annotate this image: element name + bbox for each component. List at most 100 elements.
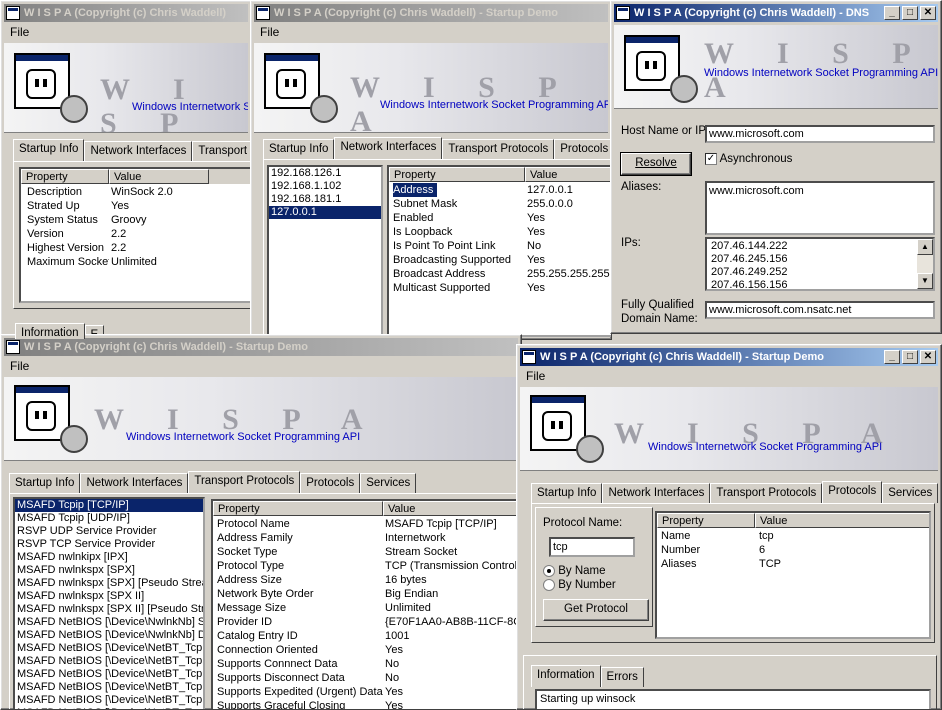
column-value[interactable]: Value [525, 167, 611, 182]
column-value[interactable]: Value [109, 169, 209, 184]
tab-network-interfaces[interactable]: Network Interfaces [84, 141, 193, 161]
interface-props-listview[interactable]: Property Value Address 127.0.0.1 Subnet Mas… [387, 165, 611, 337]
table-row[interactable]: System Status Groovy [25, 213, 251, 227]
table-row[interactable]: Message Size Unlimited [215, 601, 521, 615]
table-row[interactable]: Aliases TCP [659, 557, 929, 571]
menu-file[interactable]: File [260, 25, 279, 39]
list-item[interactable]: 207.46.249.252 [709, 266, 933, 279]
tab-information[interactable]: Information [531, 665, 601, 687]
menu-file[interactable]: File [526, 369, 545, 383]
tab-startup-info[interactable]: Startup Info [531, 483, 603, 503]
list-item[interactable]: MSAFD nwlnkipx [IPX] [15, 551, 203, 564]
tab-startup-info[interactable]: Startup Info [13, 139, 85, 161]
tab-network-interfaces[interactable]: Network Interfaces [80, 473, 189, 493]
by-number-radio[interactable]: By Number [543, 579, 616, 591]
aliases-box[interactable]: www.microsoft.com [705, 181, 935, 235]
list-item[interactable]: MSAFD NetBIOS [\Device\NwlnkNb] D [15, 629, 203, 642]
list-item[interactable]: MSAFD nwlnkspx [SPX] [Pseudo Strea [15, 577, 203, 590]
startup-info-listview[interactable]: Property Value Description WinSock 2.0 Stra… [19, 167, 251, 303]
by-name-radio[interactable]: By Name [543, 565, 606, 577]
title-bar[interactable]: W I S P A (Copyright (c) Chris Waddell) … [4, 338, 518, 356]
table-row[interactable]: Supports Disconnect Data No [215, 671, 521, 685]
title-bar[interactable]: W I S P A (Copyright (c) Chris Waddell) … [614, 4, 938, 22]
close-button[interactable]: ✕ [920, 350, 936, 364]
table-row[interactable]: Highest Version 2.2 [25, 241, 251, 255]
list-item[interactable]: 127.0.0.1 [269, 206, 381, 219]
list-item[interactable]: MSAFD NetBIOS [\Device\NetBT_Tcp [15, 642, 203, 655]
list-item[interactable]: 192.168.126.1 [269, 167, 381, 180]
tab-network-interfaces[interactable]: Network Interfaces [334, 137, 443, 159]
list-item[interactable]: MSAFD NetBIOS [\Device\NetBT_Tcp [15, 681, 203, 694]
title-bar[interactable]: W I S P A (Copyright (c) Chris Waddell) … [520, 348, 938, 366]
tab-transport-protocols[interactable]: Transport Protocols [188, 471, 301, 493]
log-box[interactable]: Starting up winsock [535, 689, 931, 709]
table-row[interactable]: Supports Connnect Data No [215, 657, 521, 671]
table-row[interactable]: Maximum Sockets Unlimited [25, 255, 251, 269]
tab-transport-protocols[interactable]: Transport Pr [192, 141, 251, 161]
table-row[interactable]: Protocol Name MSAFD Tcpip [TCP/IP] [215, 517, 521, 531]
table-row[interactable]: Broadcast Address 255.255.255.255 [391, 267, 611, 281]
column-property[interactable]: Property [21, 169, 109, 184]
list-item[interactable]: MSAFD nwlnkspx [SPX] [15, 564, 203, 577]
column-property[interactable]: Property [657, 513, 755, 528]
title-bar[interactable]: W I S P A (Copyright (c) Chris Waddell) [4, 4, 248, 22]
title-bar[interactable]: W I S P A (Copyright (c) Chris Waddell) … [254, 4, 608, 22]
column-property[interactable]: Property [213, 501, 383, 516]
tab-network-interfaces[interactable]: Network Interfaces [602, 483, 711, 503]
host-input[interactable]: www.microsoft.com [705, 125, 935, 143]
tab-transport-protocols[interactable]: Transport Protocols [710, 483, 823, 503]
list-item[interactable]: 192.168.1.102 [269, 180, 381, 193]
maximize-button[interactable]: □ [902, 6, 918, 20]
table-row[interactable]: Socket Type Stream Socket [215, 545, 521, 559]
table-row[interactable]: Broadcasting Supported Yes [391, 253, 611, 267]
tab-protocols[interactable]: Protocols [822, 481, 883, 503]
list-item[interactable]: MSAFD NetBIOS [\Device\NetBT_Tcp [15, 668, 203, 681]
table-row[interactable]: Subnet Mask 255.0.0.0 [391, 197, 611, 211]
column-value[interactable]: Value [383, 501, 521, 516]
list-item[interactable]: MSAFD NetBIOS [\Device\NwlnkNb] S [15, 616, 203, 629]
maximize-button[interactable]: □ [902, 350, 918, 364]
protocol-props-listview[interactable]: Property Value Name tcp Number 6 Aliases TCP [655, 511, 931, 639]
table-row[interactable]: Is Loopback Yes [391, 225, 611, 239]
column-property[interactable]: Property [389, 167, 525, 182]
ips-list[interactable]: 207.46.144.222 207.46.245.156 207.46.249.2… [705, 237, 935, 291]
transport-list[interactable]: MSAFD Tcpip [TCP/IP] MSAFD Tcpip [UDP/IP]… [13, 497, 205, 709]
async-checkbox[interactable]: ✓ Asynchronous [705, 153, 792, 165]
menu-file[interactable]: File [10, 359, 29, 373]
list-item[interactable]: MSAFD NetBIOS [\Device\NetBT_Tcp [15, 694, 203, 707]
tab-startup-info[interactable]: Startup Info [9, 473, 81, 493]
table-row[interactable]: Is Point To Point Link No [391, 239, 611, 253]
table-row[interactable]: Catalog Entry ID 1001 [215, 629, 521, 643]
tab-protocols[interactable]: Protocols [300, 473, 361, 493]
scroll-up-icon[interactable]: ▲ [917, 239, 933, 255]
list-item[interactable]: MSAFD NetBIOS [\Device\NetBT_Tcp [15, 655, 203, 668]
table-row[interactable]: Name tcp [659, 529, 929, 543]
list-item[interactable]: 192.168.181.1 [269, 193, 381, 206]
tab-transport-protocols[interactable]: Transport Protocols [442, 139, 555, 159]
list-item[interactable]: MSAFD Tcpip [TCP/IP] [15, 499, 203, 512]
get-protocol-button[interactable]: Get Protocol [543, 599, 649, 621]
minimize-button[interactable]: _ [884, 350, 900, 364]
list-item[interactable]: MSAFD nwlnkspx [SPX II] [15, 590, 203, 603]
resolve-button[interactable]: Resolve [620, 152, 692, 176]
table-row[interactable]: Address 127.0.0.1 [391, 183, 611, 197]
close-button[interactable]: ✕ [920, 6, 936, 20]
table-row[interactable]: Enabled Yes [391, 211, 611, 225]
tab-information[interactable]: Information [15, 323, 85, 339]
list-item[interactable]: RSVP UDP Service Provider [15, 525, 203, 538]
table-row[interactable]: Supports Expedited (Urgent) Data Yes [215, 685, 521, 699]
table-row[interactable]: Network Byte Order Big Endian [215, 587, 521, 601]
table-row[interactable]: Number 6 [659, 543, 929, 557]
table-row[interactable]: Multicast Supported Yes [391, 281, 611, 295]
ips-scrollbar[interactable]: ▲ ▼ [917, 239, 933, 289]
list-item[interactable]: MSAFD nwlnkspx [SPX II] [Pseudo Stre [15, 603, 203, 616]
tab-protocols[interactable]: Protocols [554, 139, 611, 159]
table-row[interactable]: Provider ID {E70F1AA0-AB8B-11CF-8CA [215, 615, 521, 629]
protocol-name-input[interactable]: tcp [549, 537, 635, 557]
table-row[interactable]: Version 2.2 [25, 227, 251, 241]
table-row[interactable]: Address Family Internetwork [215, 531, 521, 545]
tab-startup-info[interactable]: Startup Info [263, 139, 335, 159]
menu-file[interactable]: File [10, 25, 29, 39]
minimize-button[interactable]: _ [884, 6, 900, 20]
transport-props-listview[interactable]: Property Value Protocol Name MSAFD Tcpip [… [211, 499, 521, 709]
